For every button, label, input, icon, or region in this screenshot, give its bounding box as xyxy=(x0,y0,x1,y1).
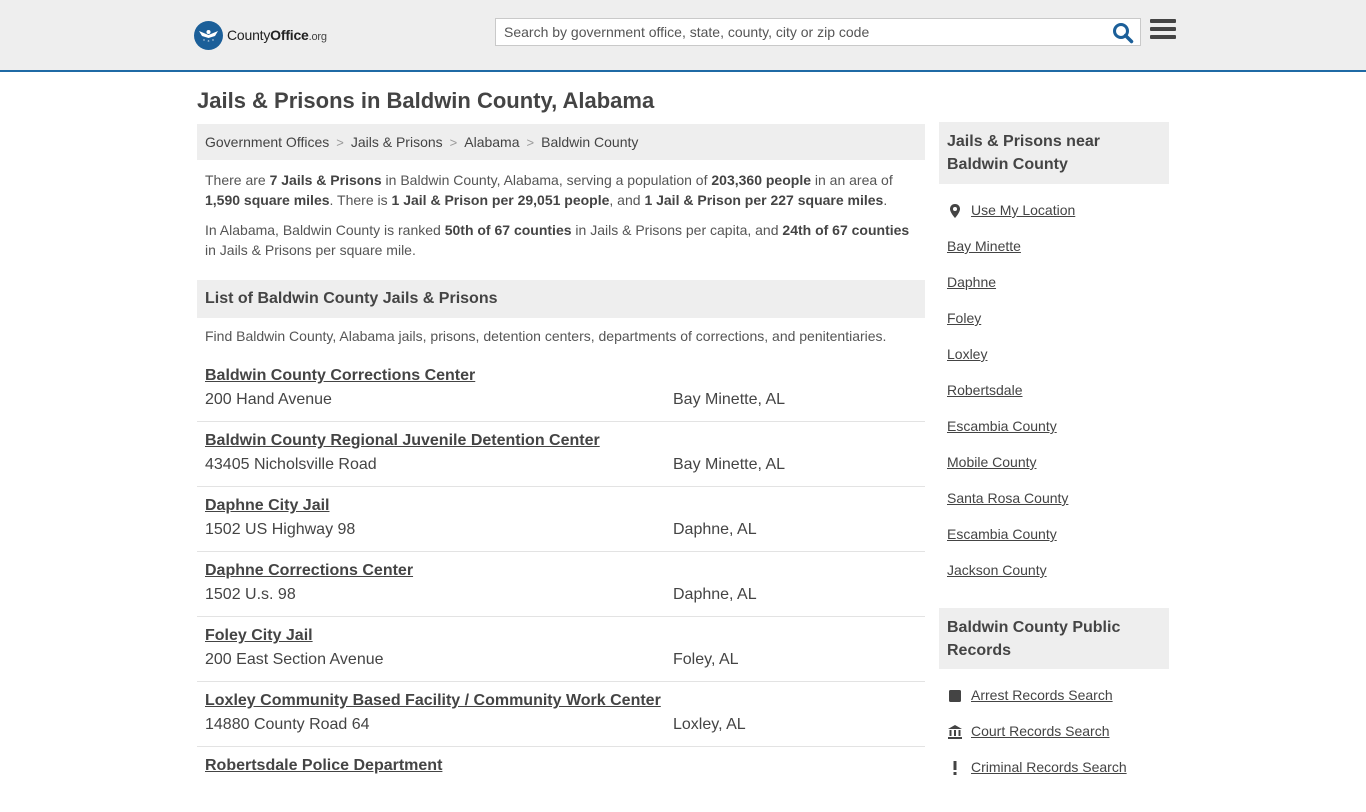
sidebar-near-link[interactable]: Daphne xyxy=(947,272,1169,308)
courthouse-icon xyxy=(948,725,962,739)
facility-link[interactable]: Robertsdale Police Department xyxy=(205,757,442,775)
facility-link[interactable]: Daphne City Jail xyxy=(205,497,329,515)
facility-link[interactable]: Foley City Jail xyxy=(205,627,313,645)
sidebar-near-link[interactable]: Robertsdale xyxy=(947,380,1169,416)
breadcrumb-separator: > xyxy=(526,134,535,150)
sidebar-records-list: Arrest Records Search Court Records Sear… xyxy=(947,685,1169,793)
logo-wordmark: CountyOffice.org xyxy=(227,27,327,43)
facility-city: Daphne, AL xyxy=(673,586,757,603)
sidebar-near-link[interactable]: Bay Minette xyxy=(947,236,1169,272)
breadcrumb-baldwin-county: Baldwin County xyxy=(541,134,639,150)
sidebar-near-heading: Jails & Prisons near Baldwin County xyxy=(939,122,1169,184)
list-heading: List of Baldwin County Jails & Prisons xyxy=(197,280,925,318)
sidebar-near-link[interactable]: Mobile County xyxy=(947,452,1169,488)
arrest-records-link[interactable]: Arrest Records Search xyxy=(947,685,1169,721)
search-icon xyxy=(1113,23,1134,44)
list-item: Robertsdale Police Department xyxy=(197,747,925,812)
facility-list: Baldwin County Corrections Center 200 Ha… xyxy=(197,357,925,812)
list-item: Foley City Jail 200 East Section Avenue … xyxy=(197,617,925,682)
sidebar-near-link[interactable]: Loxley xyxy=(947,344,1169,380)
intro-ranking: In Alabama, Baldwin County is ranked 50t… xyxy=(205,222,910,258)
facility-city: Bay Minette, AL xyxy=(673,391,786,408)
sidebar-near-list: Use My Location Bay Minette Daphne Foley… xyxy=(947,200,1169,596)
use-my-location-link[interactable]: Use My Location xyxy=(947,200,1169,236)
sidebar-near-link[interactable]: Santa Rosa County xyxy=(947,488,1169,524)
square-icon xyxy=(949,690,961,702)
logo-eagle-icon xyxy=(194,20,223,50)
list-item: Loxley Community Based Facility / Commun… xyxy=(197,682,925,747)
list-item: Daphne City Jail 1502 US Highway 98 Daph… xyxy=(197,487,925,552)
map-pin-icon xyxy=(950,204,960,218)
facility-address: 1502 U.s. 98 xyxy=(205,586,296,603)
sidebar-records-heading: Baldwin County Public Records xyxy=(939,608,1169,669)
site-header: CountyOffice.org xyxy=(0,0,1366,72)
facility-city: Loxley, AL xyxy=(673,716,746,733)
facility-city: Bay Minette, AL xyxy=(673,456,786,473)
breadcrumb-separator: > xyxy=(336,134,344,150)
sidebar-near-link[interactable]: Escambia County xyxy=(947,416,1169,452)
search-input[interactable] xyxy=(496,19,1106,45)
facility-address: 200 East Section Avenue xyxy=(205,651,384,668)
facility-city: Foley, AL xyxy=(673,651,739,668)
facility-address: 200 Hand Avenue xyxy=(205,391,332,408)
sidebar-near-link[interactable]: Jackson County xyxy=(947,560,1169,596)
breadcrumb: Government Offices > Jails & Prisons > A… xyxy=(197,124,925,160)
breadcrumb-government-offices[interactable]: Government Offices xyxy=(205,134,329,150)
search-bar xyxy=(495,18,1141,46)
breadcrumb-separator: > xyxy=(449,134,458,150)
site-logo[interactable]: CountyOffice.org xyxy=(194,20,327,50)
facility-link[interactable]: Daphne Corrections Center xyxy=(205,562,413,580)
facility-address: 14880 County Road 64 xyxy=(205,716,370,733)
facility-link[interactable]: Loxley Community Based Facility / Commun… xyxy=(205,692,661,710)
sidebar-near-link[interactable]: Foley xyxy=(947,308,1169,344)
facility-address: 43405 Nicholsville Road xyxy=(205,456,377,473)
court-records-link[interactable]: Court Records Search xyxy=(947,721,1169,757)
list-item: Baldwin County Corrections Center 200 Ha… xyxy=(197,357,925,422)
breadcrumb-alabama[interactable]: Alabama xyxy=(464,134,519,150)
facility-city: Daphne, AL xyxy=(673,521,757,538)
sidebar-near-link[interactable]: Escambia County xyxy=(947,524,1169,560)
criminal-records-link[interactable]: Criminal Records Search xyxy=(947,757,1169,793)
facility-link[interactable]: Baldwin County Corrections Center xyxy=(205,367,475,385)
search-button[interactable] xyxy=(1112,22,1134,44)
hamburger-menu-icon[interactable] xyxy=(1150,19,1176,43)
page-title: Jails & Prisons in Baldwin County, Alaba… xyxy=(197,88,655,113)
list-item: Baldwin County Regional Juvenile Detenti… xyxy=(197,422,925,487)
breadcrumb-jails-prisons[interactable]: Jails & Prisons xyxy=(351,134,443,150)
list-description: Find Baldwin County, Alabama jails, pris… xyxy=(205,328,887,344)
exclamation-icon xyxy=(953,761,957,775)
intro-summary: There are 7 Jails & Prisons in Baldwin C… xyxy=(205,172,893,208)
facility-link[interactable]: Baldwin County Regional Juvenile Detenti… xyxy=(205,432,600,450)
facility-address: 1502 US Highway 98 xyxy=(205,521,356,538)
list-item: Daphne Corrections Center 1502 U.s. 98 D… xyxy=(197,552,925,617)
